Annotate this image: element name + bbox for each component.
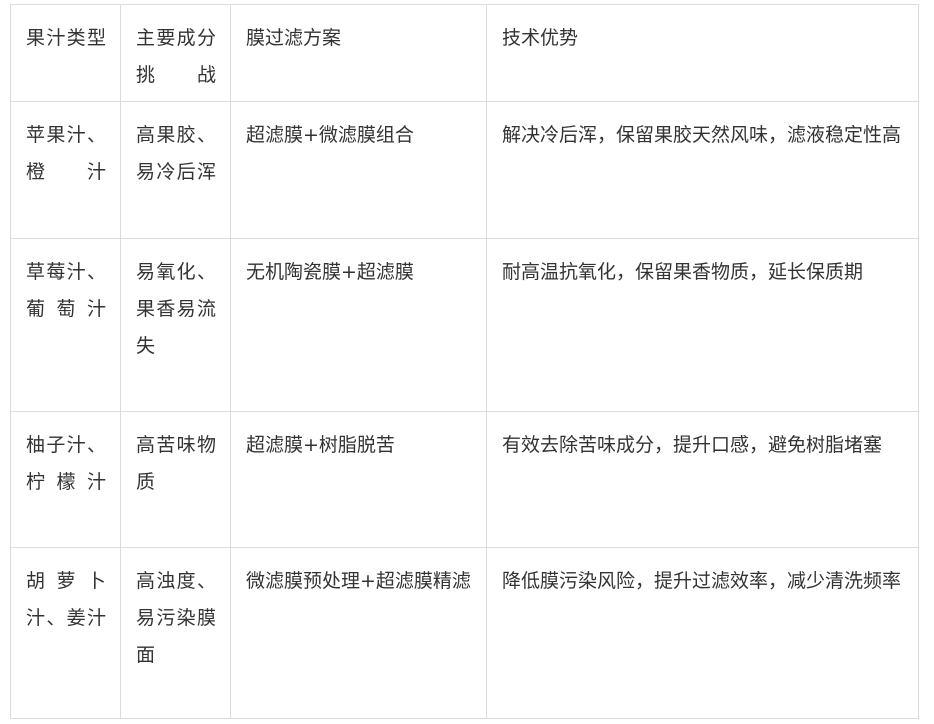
header-tech-advantage: 技术优势 [486, 4, 919, 102]
cell-juice-type: 苹果汁、橙汁 [10, 101, 121, 239]
table-row: 胡萝卜汁、姜汁 高浊度、易污染膜面 微滤膜预处理+超滤膜精滤 降低膜污染风险，提… [10, 547, 919, 719]
cell-tech-advantage: 耐高温抗氧化，保留果香物质，延长保质期 [486, 238, 919, 412]
cell-juice-type: 草莓汁、葡萄汁 [10, 238, 121, 412]
cell-membrane-scheme: 无机陶瓷膜+超滤膜 [230, 238, 487, 412]
table-header-row: 果汁类型 主要成分挑战 膜过滤方案 技术优势 [10, 4, 919, 102]
cell-tech-advantage: 有效去除苦味成分，提升口感，避免树脂堵塞 [486, 411, 919, 548]
cell-main-challenge: 高浊度、易污染膜面 [120, 547, 231, 719]
cell-membrane-scheme: 超滤膜+树脂脱苦 [230, 411, 487, 548]
cell-membrane-scheme: 微滤膜预处理+超滤膜精滤 [230, 547, 487, 719]
header-main-challenge: 主要成分挑战 [120, 4, 231, 102]
table-row: 苹果汁、橙汁 高果胶、易冷后浑 超滤膜+微滤膜组合 解决冷后浑，保留果胶天然风味… [10, 101, 919, 239]
cell-tech-advantage: 降低膜污染风险，提升过滤效率，减少清洗频率 [486, 547, 919, 719]
table-row: 草莓汁、葡萄汁 易氧化、果香易流失 无机陶瓷膜+超滤膜 耐高温抗氧化，保留果香物… [10, 238, 919, 412]
cell-juice-type: 胡萝卜汁、姜汁 [10, 547, 121, 719]
cell-tech-advantage: 解决冷后浑，保留果胶天然风味，滤液稳定性高 [486, 101, 919, 239]
cell-main-challenge: 易氧化、果香易流失 [120, 238, 231, 412]
table-row: 柚子汁、柠檬汁 高苦味物质 超滤膜+树脂脱苦 有效去除苦味成分，提升口感，避免树… [10, 411, 919, 548]
cell-main-challenge: 高果胶、易冷后浑 [120, 101, 231, 239]
cell-juice-type: 柚子汁、柠檬汁 [10, 411, 121, 548]
cell-main-challenge: 高苦味物质 [120, 411, 231, 548]
cell-membrane-scheme: 超滤膜+微滤膜组合 [230, 101, 487, 239]
juice-membrane-table: 果汁类型 主要成分挑战 膜过滤方案 技术优势 苹果汁、橙汁 高果胶、易冷后浑 超… [10, 4, 919, 719]
header-juice-type: 果汁类型 [10, 4, 121, 102]
header-membrane-scheme: 膜过滤方案 [230, 4, 487, 102]
